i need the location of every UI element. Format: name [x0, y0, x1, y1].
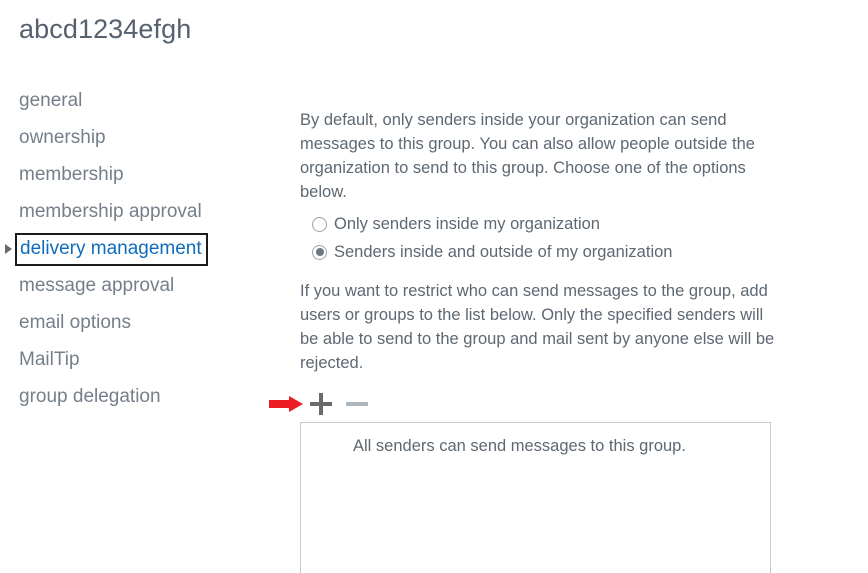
sender-restriction-radio-group: Only senders inside my organization Send… [300, 210, 780, 266]
radio-option-inside-only[interactable]: Only senders inside my organization [312, 210, 780, 238]
radio-indicator[interactable] [312, 244, 327, 260]
sidebar-item-membership[interactable]: membership [0, 156, 275, 193]
sidebar-item-label: general [19, 90, 83, 111]
sidebar-item-ownership[interactable]: ownership [0, 119, 275, 156]
radio-option-label: Senders inside and outside of my organiz… [334, 242, 673, 261]
restrict-paragraph: If you want to restrict who can send mes… [300, 282, 775, 372]
sidebar-item-email-options[interactable]: email options [0, 304, 275, 341]
sidebar-item-label: email options [19, 312, 131, 333]
sidebar-item-label: ownership [19, 127, 106, 148]
radio-option-inside-and-outside[interactable]: Senders inside and outside of my organiz… [312, 238, 780, 266]
sidebar-item-mailtip[interactable]: MailTip [0, 341, 275, 378]
sidebar-nav: general ownership membership membership … [0, 82, 275, 415]
sidebar-item-label: group delegation [19, 386, 161, 407]
intro-paragraph: By default, only senders inside your org… [300, 111, 755, 201]
sidebar-item-group-delegation[interactable]: group delegation [0, 378, 275, 415]
page-title: abcd1234efgh [19, 14, 192, 44]
sidebar-item-label: message approval [19, 275, 175, 296]
sender-list-toolbar [269, 391, 780, 419]
sidebar-item-label: MailTip [19, 349, 80, 370]
sidebar-item-general[interactable]: general [0, 82, 275, 119]
sidebar-item-delivery-management[interactable]: delivery management [0, 230, 275, 267]
add-sender-button[interactable] [308, 391, 334, 417]
remove-sender-button [344, 391, 370, 417]
sidebar-item-label: membership [19, 164, 124, 185]
delivery-management-panel: By default, only senders inside your org… [269, 108, 780, 419]
listbox-empty-message: All senders can send messages to this gr… [353, 437, 686, 455]
sidebar-item-label: membership approval [19, 201, 202, 222]
sidebar-item-membership-approval[interactable]: membership approval [0, 193, 275, 230]
sidebar-item-message-approval[interactable]: message approval [0, 267, 275, 304]
allowed-senders-listbox[interactable]: All senders can send messages to this gr… [300, 422, 771, 573]
sidebar-item-label: delivery management [15, 233, 208, 266]
radio-indicator[interactable] [312, 216, 327, 232]
caret-right-icon [5, 243, 12, 254]
radio-option-label: Only senders inside my organization [334, 214, 600, 233]
